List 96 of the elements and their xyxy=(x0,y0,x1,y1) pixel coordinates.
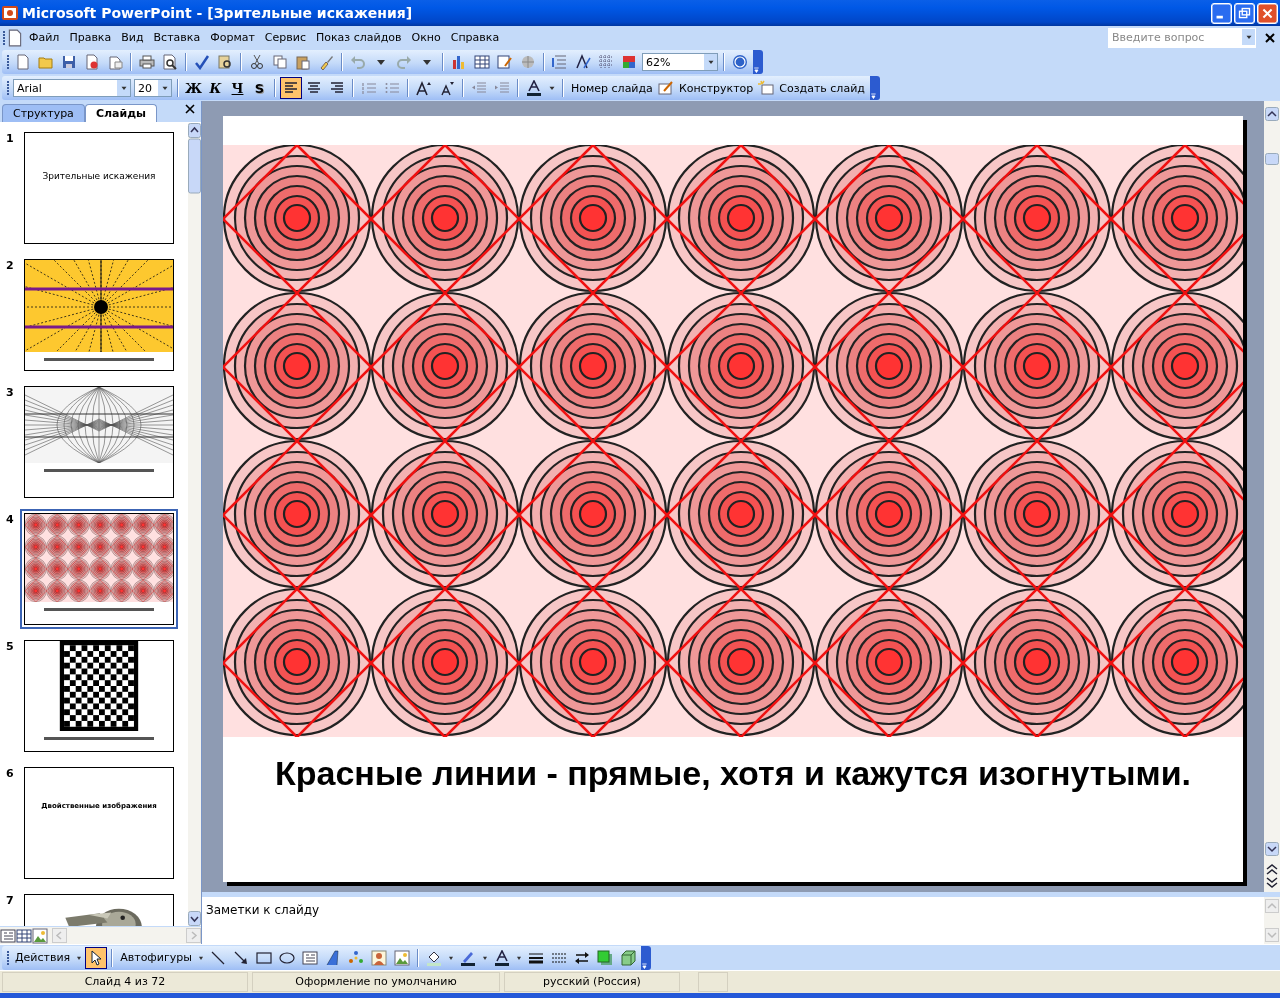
font-color-icon[interactable] xyxy=(493,949,510,966)
status-text: русский (Россия) xyxy=(504,972,680,993)
slide-caption: Красные линии - прямые, хотя и кажутся изогнутыми. xyxy=(275,754,1191,792)
zoom-field[interactable]: 62% xyxy=(642,53,718,71)
grip-icon xyxy=(6,949,10,966)
notes-field[interactable]: Заметки к слайду xyxy=(202,897,1264,944)
table-icon[interactable] xyxy=(474,54,490,70)
menu-item[interactable]: Правка xyxy=(64,29,117,46)
cut-icon[interactable] xyxy=(249,54,265,70)
insert-picture-icon[interactable] xyxy=(393,949,410,966)
slide-number: 4 xyxy=(5,513,15,528)
fill-color-icon[interactable] xyxy=(425,949,442,966)
save-icon[interactable] xyxy=(61,54,77,70)
print-preview-icon[interactable] xyxy=(162,54,178,70)
expand-icon[interactable] xyxy=(552,54,568,70)
new-slide-icon[interactable] xyxy=(758,80,775,96)
actions-menu[interactable]: Действия xyxy=(13,949,73,966)
slide-number: 6 xyxy=(5,767,15,782)
menu-item[interactable]: Сервис xyxy=(259,29,311,46)
paste-icon[interactable] xyxy=(295,54,311,70)
slide-number: 3 xyxy=(5,386,15,401)
arrow-icon[interactable] xyxy=(232,949,249,966)
menu-item[interactable]: Показ слайдов xyxy=(310,29,407,46)
slide-number: 2 xyxy=(5,259,15,274)
table-borders-icon[interactable] xyxy=(497,54,513,70)
close-icon[interactable] xyxy=(1264,31,1276,44)
menu-item[interactable]: Файл xyxy=(24,29,65,46)
toolbar-command[interactable]: Номер слайда xyxy=(569,79,655,97)
window-title: Microsoft PowerPoint - [Зрительные искажения] xyxy=(22,5,414,21)
pane-tab[interactable]: Структура xyxy=(2,104,85,122)
underline-button[interactable]: Ч xyxy=(228,78,247,98)
format-painter-icon[interactable] xyxy=(318,54,334,70)
copy-icon[interactable] xyxy=(272,54,288,70)
scrollbar-thumb[interactable] xyxy=(1265,153,1279,165)
font-field[interactable]: Arial xyxy=(13,79,131,97)
menu-item[interactable]: Справка xyxy=(445,29,505,46)
menu-item[interactable]: Вид xyxy=(116,29,149,46)
chart-icon[interactable] xyxy=(451,54,467,70)
scroll-up-icon[interactable] xyxy=(1265,107,1279,121)
rectangle-icon[interactable] xyxy=(255,949,272,966)
thumbnail-title: Зрительные искажения xyxy=(42,171,156,181)
close-button[interactable] xyxy=(1257,2,1278,24)
close-icon[interactable] xyxy=(185,104,195,114)
grip-icon xyxy=(2,29,6,46)
print-icon[interactable] xyxy=(139,54,155,70)
increase-font-icon[interactable] xyxy=(416,80,432,96)
research-icon[interactable] xyxy=(217,54,233,70)
help-icon[interactable] xyxy=(732,54,748,70)
ellipse-icon[interactable] xyxy=(278,949,295,966)
shadow-style-icon[interactable] xyxy=(596,949,613,966)
shadow-button[interactable]: S xyxy=(250,78,269,98)
font-color-icon[interactable] xyxy=(526,80,542,96)
status-panel xyxy=(698,972,728,993)
slide-number: 5 xyxy=(5,640,15,655)
grid-icon[interactable] xyxy=(598,54,614,70)
slide-number: 1 xyxy=(5,132,15,147)
restore-button[interactable] xyxy=(1234,2,1255,24)
new-document-icon[interactable] xyxy=(15,54,31,70)
diagram-icon[interactable] xyxy=(347,949,364,966)
menu-item[interactable]: Вставка xyxy=(148,29,206,46)
status-text: Слайд 4 из 72 xyxy=(2,972,248,993)
grip-icon xyxy=(6,80,10,96)
grip-icon xyxy=(6,54,10,70)
menu-item[interactable]: Окно xyxy=(406,29,446,46)
arrow-style-icon[interactable] xyxy=(573,949,590,966)
status-text: Оформление по умолчанию xyxy=(252,972,500,993)
clip-art-icon[interactable] xyxy=(370,949,387,966)
normal-view-icon[interactable] xyxy=(0,927,16,944)
spelling-icon[interactable] xyxy=(194,54,210,70)
line-icon[interactable] xyxy=(209,949,226,966)
decrease-font-icon[interactable] xyxy=(439,80,455,96)
pane-tab[interactable]: Слайды xyxy=(84,104,157,122)
font-size-field[interactable]: 20 xyxy=(134,79,172,97)
color-icon[interactable] xyxy=(621,54,637,70)
document-lock-icon[interactable] xyxy=(84,54,100,70)
scroll-down-icon[interactable] xyxy=(188,911,201,926)
menu-item[interactable]: Формат xyxy=(205,29,260,46)
3d-style-icon[interactable] xyxy=(619,949,636,966)
text-box-icon[interactable] xyxy=(301,949,318,966)
line-color-icon[interactable] xyxy=(459,949,476,966)
design-icon[interactable] xyxy=(657,80,674,96)
autoshapes-menu[interactable]: Автофигуры xyxy=(118,949,194,966)
toolbar-command[interactable]: Создать слайд xyxy=(777,79,867,97)
minimize-button[interactable] xyxy=(1211,2,1232,24)
app-icon xyxy=(2,5,18,21)
next-slide-icon[interactable] xyxy=(1265,876,1279,890)
previous-slide-icon[interactable] xyxy=(1265,862,1279,876)
scroll-down-icon[interactable] xyxy=(1265,842,1279,856)
italic-button[interactable]: К xyxy=(206,78,225,98)
slide-sorter-icon[interactable] xyxy=(16,927,32,944)
slide-number: 7 xyxy=(5,894,15,909)
toolbar-command[interactable]: Конструктор xyxy=(676,79,756,97)
document-icon[interactable] xyxy=(6,28,24,47)
help-search-box[interactable]: Введите вопрос xyxy=(1108,27,1256,48)
slide-show-icon[interactable] xyxy=(32,927,48,944)
bold-button[interactable]: Ж xyxy=(184,78,203,98)
